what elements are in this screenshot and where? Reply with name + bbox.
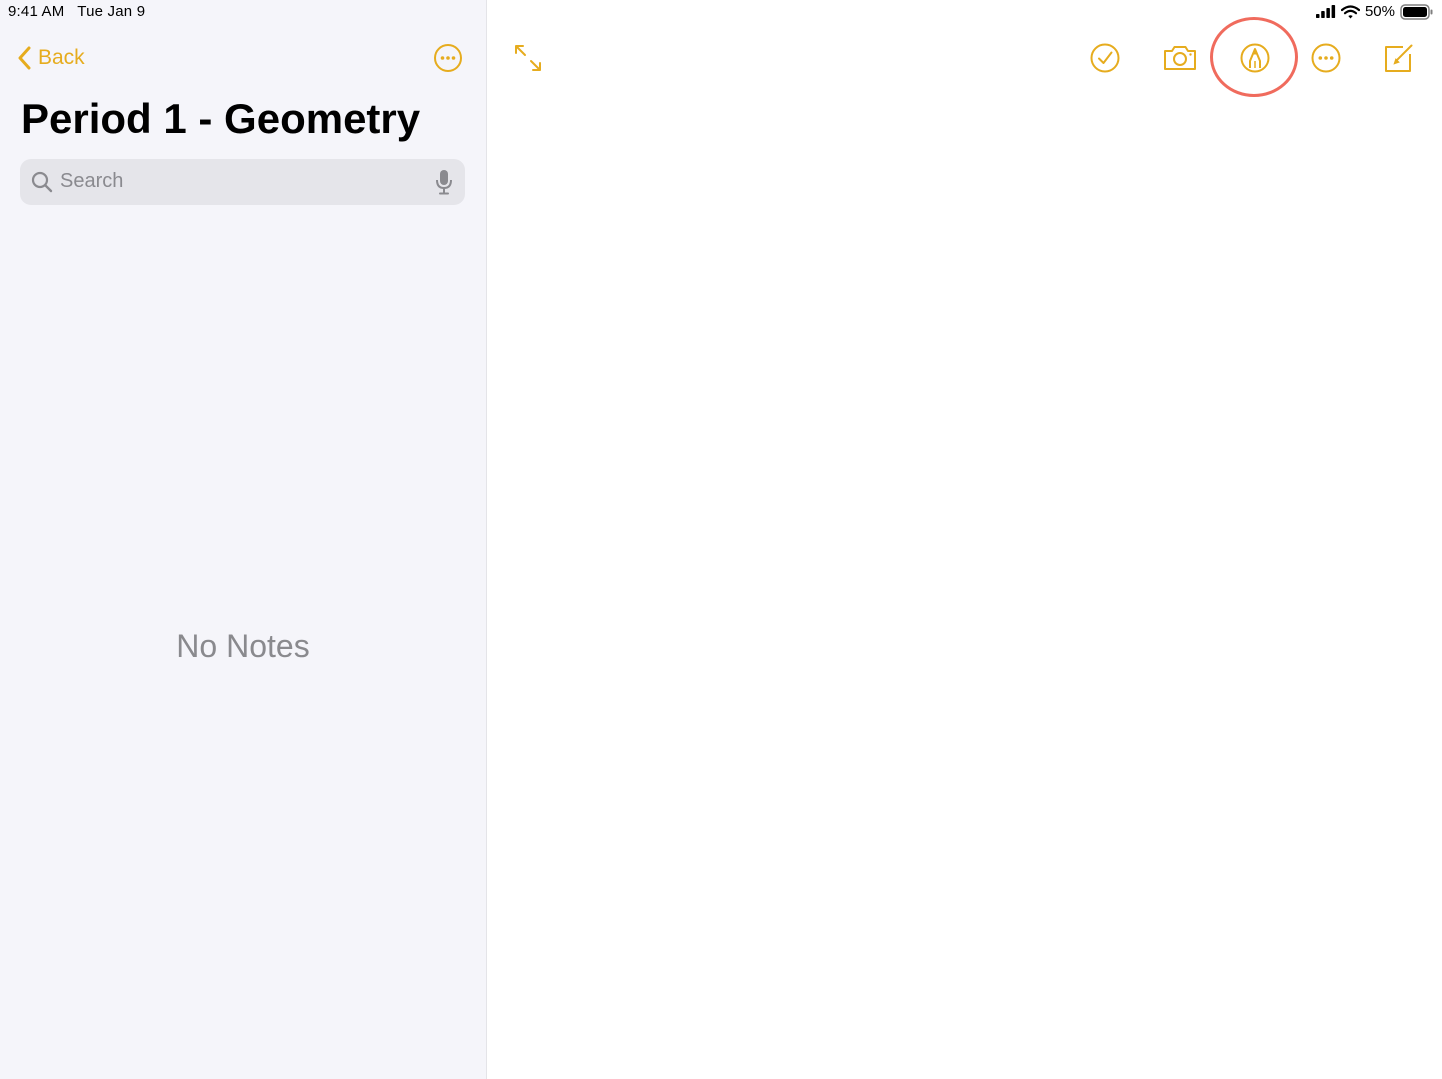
status-time-date: 9:41 AM Tue Jan 9 <box>8 3 145 20</box>
microphone-icon[interactable] <box>435 169 453 195</box>
compose-icon[interactable] <box>1381 40 1417 76</box>
back-label: Back <box>38 46 85 69</box>
notes-list-sidebar: 9:41 AM Tue Jan 9 Back Period 1 - Geomet… <box>0 0 487 1079</box>
notes-app-screen: 9:41 AM Tue Jan 9 Back Period 1 - Geomet… <box>0 0 1442 1079</box>
note-detail-pane[interactable]: 50% <box>487 0 1442 1079</box>
status-indicators: 50% <box>1315 3 1434 20</box>
back-button[interactable]: Back <box>18 42 85 74</box>
ellipsis-circle-icon[interactable] <box>1308 40 1344 76</box>
markup-pen-icon[interactable] <box>1237 40 1273 76</box>
cellular-signal-icon <box>1315 5 1336 18</box>
search-placeholder: Search <box>60 170 124 192</box>
checklist-icon[interactable] <box>1087 40 1123 76</box>
status-time: 9:41 AM <box>8 3 65 20</box>
magnifying-glass-icon <box>31 171 53 193</box>
battery-percent: 50% <box>1364 3 1395 20</box>
empty-state-message: No Notes <box>176 628 310 664</box>
search-field[interactable]: Search <box>20 159 465 205</box>
expand-icon[interactable] <box>510 40 546 76</box>
status-date: Tue Jan 9 <box>77 3 146 20</box>
camera-icon[interactable] <box>1162 40 1198 76</box>
chevron-left-icon <box>18 46 31 70</box>
folder-title: Period 1 - Geometry <box>21 95 421 142</box>
battery-icon <box>1400 3 1433 20</box>
ellipsis-circle-icon[interactable] <box>432 42 464 74</box>
wifi-icon <box>1340 4 1360 18</box>
